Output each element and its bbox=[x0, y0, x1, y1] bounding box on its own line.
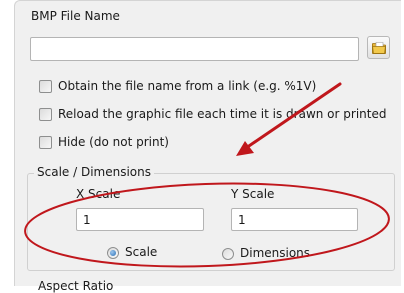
reload-graphic-checkbox[interactable] bbox=[39, 108, 52, 121]
scale-dimensions-legend: Scale / Dimensions bbox=[34, 165, 154, 179]
x-scale-label: X Scale bbox=[76, 187, 121, 201]
reload-graphic-label: Reload the graphic file each time it is … bbox=[58, 107, 387, 121]
hide-checkbox[interactable] bbox=[39, 136, 52, 149]
bmp-file-name-label: BMP File Name bbox=[31, 9, 120, 23]
y-scale-label: Y Scale bbox=[231, 187, 275, 201]
browse-button[interactable] bbox=[367, 36, 390, 59]
y-scale-input[interactable] bbox=[231, 208, 358, 231]
scale-radio-label: Scale bbox=[125, 245, 158, 259]
scale-radio[interactable] bbox=[107, 247, 119, 259]
dimensions-radio-label: Dimensions bbox=[240, 246, 311, 260]
hide-label: Hide (do not print) bbox=[58, 135, 169, 149]
obtain-from-link-checkbox[interactable] bbox=[39, 80, 52, 93]
aspect-ratio-label: Aspect Ratio bbox=[38, 279, 114, 293]
folder-icon bbox=[371, 41, 386, 54]
obtain-from-link-label: Obtain the file name from a link (e.g. %… bbox=[58, 79, 317, 93]
dimensions-radio[interactable] bbox=[222, 248, 234, 260]
bmp-file-name-input[interactable] bbox=[30, 37, 359, 61]
x-scale-input[interactable] bbox=[76, 208, 204, 231]
